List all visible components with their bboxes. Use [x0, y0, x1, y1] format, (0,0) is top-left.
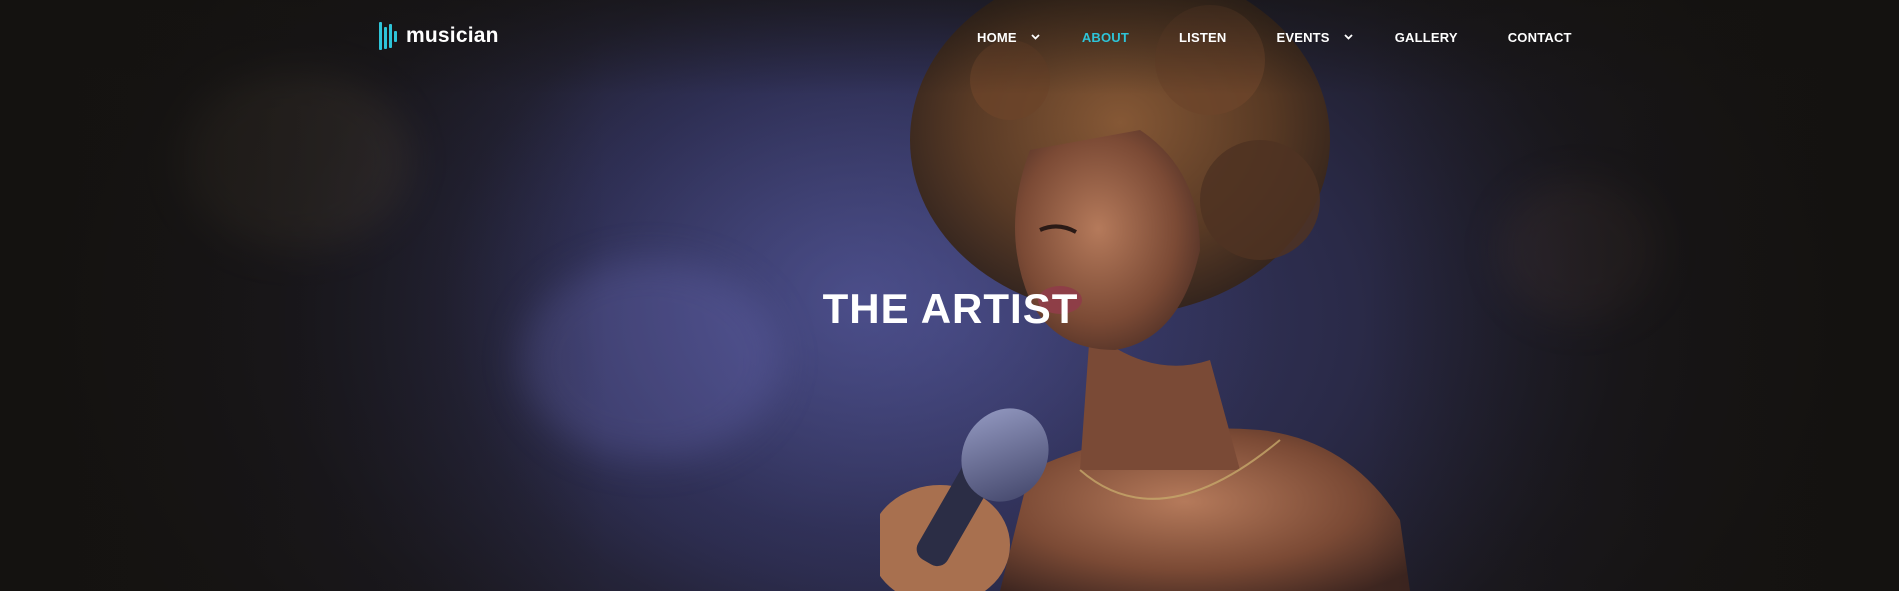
- nav-item-events[interactable]: EVENTS: [1276, 29, 1353, 45]
- nav-item-home[interactable]: HOME: [977, 30, 1040, 45]
- brand-name: musician: [406, 24, 499, 47]
- nav-item-label: CONTACT: [1507, 29, 1572, 45]
- navbar: musician HOME ABOUT LISTEN EVENTS GALLER…: [0, 0, 1899, 72]
- nav-item-listen[interactable]: LISTEN: [1179, 30, 1226, 45]
- nav-item-about[interactable]: ABOUT: [1082, 30, 1129, 45]
- nav-item-label: GALLERY: [1394, 29, 1458, 45]
- nav-item-label: ABOUT: [1081, 29, 1130, 45]
- equalizer-bars-icon: [379, 22, 397, 50]
- chevron-down-icon[interactable]: [1344, 34, 1353, 40]
- main-nav: HOME ABOUT LISTEN EVENTS GALLERY CONTACT: [977, 27, 1572, 47]
- hero-section: musician HOME ABOUT LISTEN EVENTS GALLER…: [0, 0, 1899, 591]
- nav-item-label: HOME: [977, 29, 1017, 45]
- hero-title-text: THE ARTIST: [822, 285, 1079, 332]
- hero-title: THE ARTIST: [0, 285, 1899, 333]
- brand-logo[interactable]: musician: [379, 22, 499, 50]
- nav-item-gallery[interactable]: GALLERY: [1395, 30, 1458, 45]
- nav-item-contact[interactable]: CONTACT: [1508, 30, 1572, 45]
- nav-item-label: EVENTS: [1276, 29, 1330, 45]
- chevron-down-icon[interactable]: [1031, 34, 1040, 40]
- nav-item-label: LISTEN: [1179, 29, 1227, 45]
